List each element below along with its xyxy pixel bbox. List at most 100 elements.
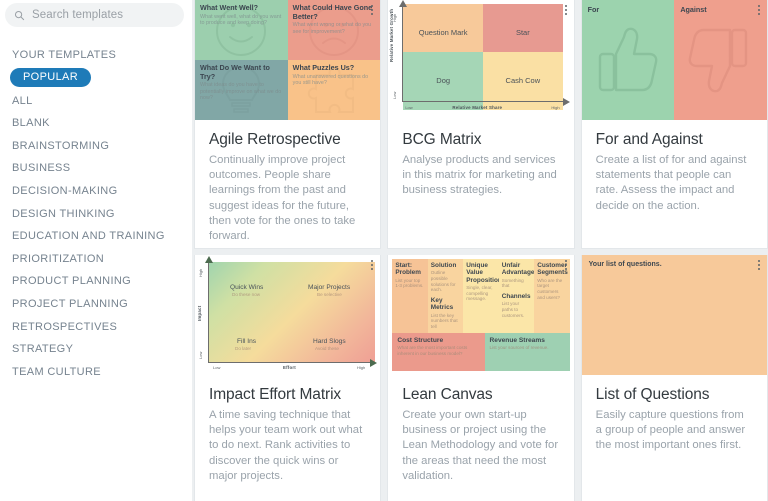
quadrant-what-went-well: What Went Well? What went well, what do … xyxy=(195,0,288,60)
half-label: Against xyxy=(674,0,767,14)
sidebar-item-prioritization[interactable]: PRIORITIZATION xyxy=(0,248,192,271)
lean-cell-uvp: Unique Value Propositions Single, clear,… xyxy=(463,259,498,333)
sidebar-item-team-culture[interactable]: TEAM CULTURE xyxy=(0,361,192,384)
card-title: Agile Retrospective xyxy=(209,131,366,149)
sidebar-item-product-planning[interactable]: PRODUCT PLANNING xyxy=(0,270,192,293)
quadrant-what-do-we-want-to-try: What Do We Want to Try? What ideas do yo… xyxy=(195,60,288,120)
lean-cell-subtitle-key-metrics: List the key numbers that tell xyxy=(431,313,460,330)
ie-label-quick-wins: Quick Wins xyxy=(230,284,263,291)
bcg-x-tick-low: Low xyxy=(405,105,412,110)
ie-label-major-projects: Major Projects xyxy=(308,284,350,291)
card-description: Continually improve project outcomes. Pe… xyxy=(209,153,366,244)
ie-sub-hard-slogs: Avoid these xyxy=(315,346,339,351)
sidebar-item-popular[interactable]: POPULAR xyxy=(10,68,91,87)
template-card-for-and-against[interactable]: For Against For and Against Create a lis… xyxy=(581,0,768,249)
template-card-agile-retrospective[interactable]: What Went Well? What went well, what do … xyxy=(194,0,381,249)
sidebar-item-all[interactable]: ALL xyxy=(0,90,192,113)
thumbnail-more-options-icon[interactable] xyxy=(565,260,568,270)
impact-effort-plot xyxy=(208,262,375,362)
lean-cell-cost-structure: Cost Structure What are the most importa… xyxy=(392,333,484,371)
lean-cell-title: Start: Problem xyxy=(395,262,424,277)
lean-cell-subtitle: What are the most important costs inhere… xyxy=(397,345,479,356)
thumbnail-more-options-icon[interactable] xyxy=(371,260,374,270)
ie-x-arrow-icon xyxy=(370,359,377,367)
sidebar-item-design-thinking[interactable]: DESIGN THINKING xyxy=(0,203,192,226)
search-icon xyxy=(14,10,25,21)
search-bar[interactable] xyxy=(5,3,184,27)
thumbnail-for-and-against: For Against xyxy=(582,0,767,120)
card-body: Impact Effort Matrix A time saving techn… xyxy=(195,375,380,484)
bcg-x-tick-high: High xyxy=(551,105,559,110)
thumbnail-more-options-icon[interactable] xyxy=(565,5,568,15)
card-description: A time saving technique that helps your … xyxy=(209,408,366,484)
sidebar-item-decision-making[interactable]: DECISION-MAKING xyxy=(0,180,192,203)
card-body: Lean Canvas Create your own start-up bus… xyxy=(388,375,573,484)
card-body: Agile Retrospective Continually improve … xyxy=(195,120,380,244)
ie-label-fill-ins: Fill Ins xyxy=(237,338,256,345)
sidebar-item-blank[interactable]: BLANK xyxy=(0,112,192,135)
card-title: BCG Matrix xyxy=(402,131,559,149)
template-grid-area: What Went Well? What went well, what do … xyxy=(192,0,768,501)
half-for: For xyxy=(582,0,675,120)
ie-sub-quick-wins: Do these now xyxy=(232,292,260,297)
quadrant-what-puzzles-us: What Puzzles Us? What unanswered questio… xyxy=(288,60,381,120)
ie-y-axis xyxy=(208,261,209,362)
lean-cell-title: Unfair Advantage xyxy=(502,262,531,277)
sidebar-item-project-planning[interactable]: PROJECT PLANNING xyxy=(0,293,192,316)
card-description: Create your own start-up business or pro… xyxy=(402,408,559,484)
sidebar-item-brainstorming[interactable]: BRAINSTORMING xyxy=(0,135,192,158)
lean-cell-subtitle: List your top 1-3 problems. xyxy=(395,278,424,289)
quadrant-title: What Could Have Gone Better? xyxy=(288,0,381,21)
thumbnail-agile-retrospective: What Went Well? What went well, what do … xyxy=(195,0,380,120)
impact-effort-chart: Impact Effort High Low Low High Quick Wi… xyxy=(195,255,380,375)
thumbnail-lean-canvas: Start: Problem List your top 1-3 problem… xyxy=(388,255,573,375)
quadrant-title: What Do We Want to Try? xyxy=(195,60,288,81)
ie-x-axis xyxy=(208,362,371,363)
template-card-lean-canvas[interactable]: Start: Problem List your top 1-3 problem… xyxy=(387,255,574,501)
ie-y-tick-high: High xyxy=(198,269,203,277)
lean-cell-title: Revenue Streams xyxy=(490,337,565,344)
ie-sub-major-projects: Be selective xyxy=(317,292,342,297)
half-label: For xyxy=(582,0,675,14)
lean-cell-subtitle-channels: List your paths to customers. xyxy=(502,301,531,318)
lean-cell-unfair-advantage: Unfair Advantage Something that Channels… xyxy=(499,259,534,333)
quadrant-subtitle: What went well, what do you want to prod… xyxy=(195,13,288,27)
bcg-y-tick-high: High xyxy=(392,14,397,22)
quadrant-what-could-have-gone-better: What Could Have Gone Better? What went w… xyxy=(288,0,381,60)
lean-cell-revenue-streams: Revenue Streams List your sources of rev… xyxy=(485,333,570,371)
quadrant-subtitle: What went wrong or what do you see for i… xyxy=(288,21,381,35)
sidebar-item-business[interactable]: BUSINESS xyxy=(0,157,192,180)
thumbnail-bcg-matrix: Question Mark Star Dog Cash Cow Relative… xyxy=(388,0,573,120)
thumbnail-impact-effort-matrix: Impact Effort High Low Low High Quick Wi… xyxy=(195,255,380,375)
sidebar-item-popular-row: POPULAR xyxy=(0,67,192,90)
thumbs-down-icon xyxy=(684,22,754,96)
card-description: Analyse products and services in this ma… xyxy=(402,153,559,199)
card-body: BCG Matrix Analyse products and services… xyxy=(388,120,573,199)
card-title: Lean Canvas xyxy=(402,386,559,404)
thumbnail-more-options-icon[interactable] xyxy=(758,5,761,15)
sidebar-item-your-templates[interactable]: YOUR TEMPLATES xyxy=(0,44,192,67)
template-card-bcg-matrix[interactable]: Question Mark Star Dog Cash Cow Relative… xyxy=(387,0,574,249)
templates-page: YOUR TEMPLATES POPULAR ALL BLANK BRAINST… xyxy=(0,0,768,501)
quadrant-subtitle: What unanswered questions do you still h… xyxy=(288,73,381,87)
lean-cell-subtitle: Single, clear, compelling message. xyxy=(466,285,495,302)
thumbnail-more-options-icon[interactable] xyxy=(371,5,374,15)
lean-cell-title-channels: Channels xyxy=(502,293,531,300)
template-card-list-of-questions[interactable]: Your list of questions. List of Question… xyxy=(581,255,768,501)
bcg-x-arrow-icon xyxy=(563,98,570,106)
card-body: List of Questions Easily capture questio… xyxy=(582,375,767,454)
lean-cell-title: Cost Structure xyxy=(397,337,479,344)
category-nav: YOUR TEMPLATES POPULAR ALL BLANK BRAINST… xyxy=(0,44,192,383)
lean-cell-title: Solution xyxy=(431,262,460,269)
template-card-impact-effort-matrix[interactable]: Impact Effort High Low Low High Quick Wi… xyxy=(194,255,381,501)
ie-label-hard-slogs: Hard Slogs xyxy=(313,338,346,345)
sidebar-item-education-and-training[interactable]: EDUCATION AND TRAINING xyxy=(0,225,192,248)
sidebar-item-retrospectives[interactable]: RETROSPECTIVES xyxy=(0,316,192,339)
sidebar-item-strategy[interactable]: STRATEGY xyxy=(0,338,192,361)
search-input[interactable] xyxy=(32,9,182,21)
lean-canvas-board: Start: Problem List your top 1-3 problem… xyxy=(388,255,573,375)
ie-x-tick-low: Low xyxy=(213,365,220,370)
bcg-y-arrow-icon xyxy=(399,0,407,7)
bcg-y-axis xyxy=(402,4,403,102)
thumbnail-more-options-icon[interactable] xyxy=(758,260,761,270)
